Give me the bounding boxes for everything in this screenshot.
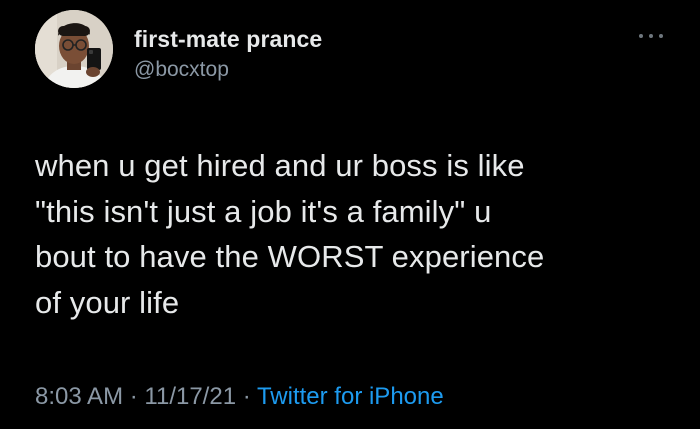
meta-separator: ·	[242, 383, 251, 410]
tweet-date[interactable]: 11/17/21	[144, 383, 236, 410]
user-handle[interactable]: @bocxtop	[134, 56, 322, 84]
more-dot	[649, 34, 653, 38]
more-dot	[639, 34, 643, 38]
tweet-text-line: bout to have the WORST experience	[35, 239, 545, 274]
more-dot	[659, 34, 663, 38]
avatar[interactable]	[35, 10, 113, 88]
display-name[interactable]: first-mate prance	[134, 24, 322, 54]
tweet-metadata: 8:03 AM · 11/17/21 · Twitter for iPhone	[35, 381, 444, 413]
tweet-time[interactable]: 8:03 AM	[35, 383, 123, 410]
tweet-text-line: "this isn't just a job it's a family" u	[35, 193, 492, 229]
tweet-source-link[interactable]: Twitter for iPhone	[257, 383, 444, 410]
tweet-text-line: when u get hired and ur boss is like	[35, 148, 525, 183]
tweet-text: when u get hired and ur boss is like "th…	[35, 143, 675, 325]
tweet: first-mate prance @bocxtop when u get hi…	[0, 0, 700, 429]
meta-separator: ·	[129, 383, 138, 410]
avatar-photo	[35, 10, 113, 88]
author-block: first-mate prance @bocxtop	[134, 24, 322, 84]
tweet-text-line: of your life	[35, 284, 180, 320]
more-horizontal-icon[interactable]	[639, 30, 663, 42]
